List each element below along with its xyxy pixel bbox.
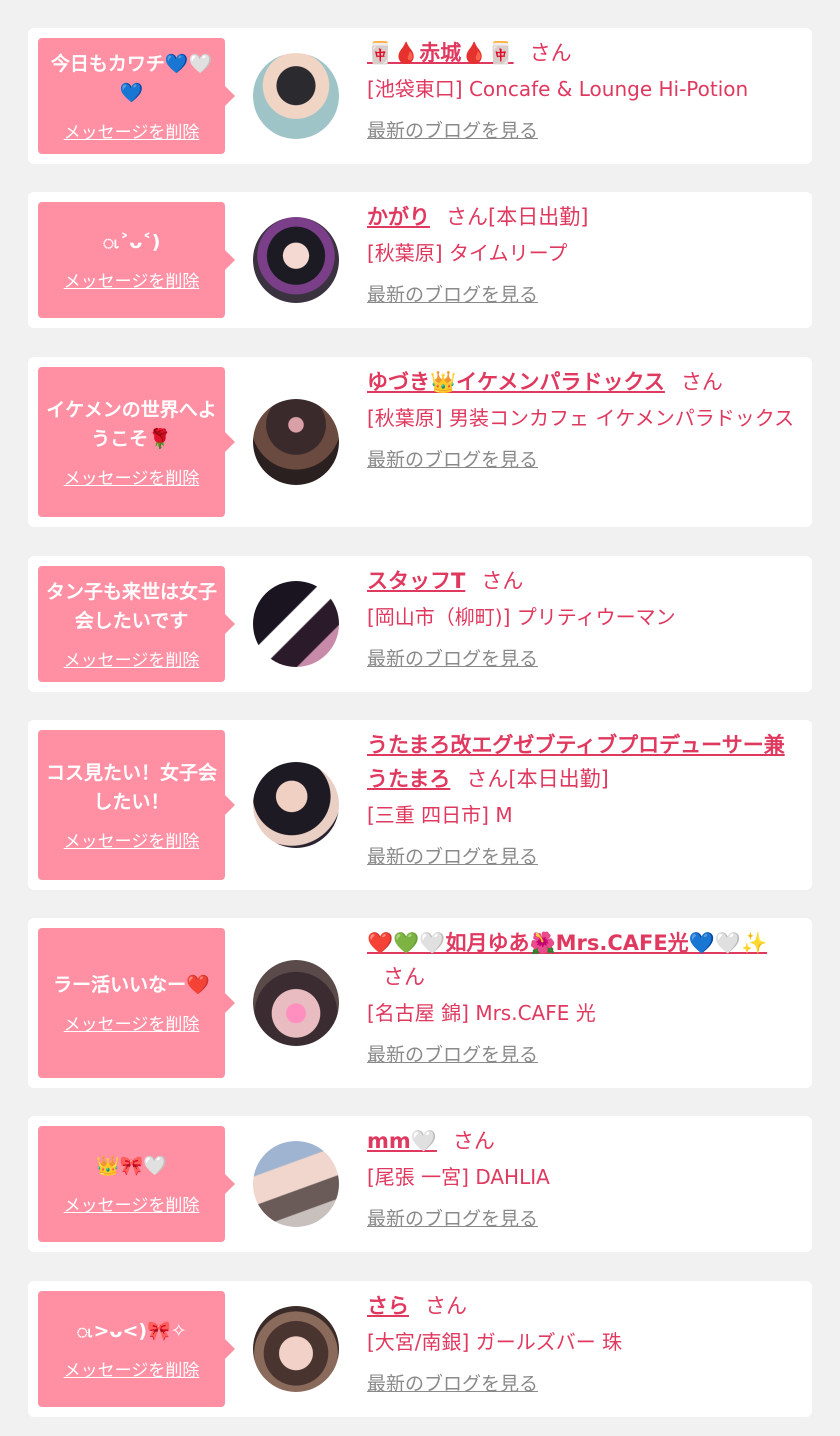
honorific: さん (529, 41, 572, 65)
shop-name[interactable]: [大宮/南銀] ガールズバー 珠 (367, 1325, 797, 1359)
cast-info: ゆづき👑イケメンパラドックス さん [秋葉原] 男装コンカフェ イケメンパラドック… (367, 365, 797, 472)
shop-name[interactable]: [岡山市（柳町)] プリティウーマン (367, 600, 797, 634)
shop-name[interactable]: [秋葉原] タイムリープ (367, 236, 797, 270)
message-text: タン子も来世は女子会したいです (46, 580, 218, 632)
delete-message-link[interactable]: メッセージを削除 (64, 646, 200, 671)
cast-card: タン子も来世は女子会したいです メッセージを削除 スタッフT さん [岡山市（柳町… (28, 556, 812, 692)
cast-card: 👑🎀🤍 メッセージを削除 mm🤍 さん [尾張 一宮] DAHLIA 最新のブログ… (28, 1116, 812, 1252)
delete-message-link[interactable]: メッセージを削除 (64, 827, 200, 852)
latest-blog-link[interactable]: 最新のブログを見る (367, 644, 538, 671)
cast-card: ラー活いいなー❤️ メッセージを削除 ❤️💚🤍如月ゆあ🌺Mrs.CAFE光💙🤍✨… (28, 918, 812, 1088)
message-text: ラー活いいなー❤️ (53, 974, 210, 996)
cast-card: ၬ˃ᴗ˂) メッセージを削除 かがり さん[本日出勤] [秋葉原] タイムリープ … (28, 192, 812, 328)
message-bubble: 👑🎀🤍 メッセージを削除 (38, 1126, 235, 1242)
message-bubble: タン子も来世は女子会したいです メッセージを削除 (38, 566, 235, 682)
cast-name-line: さら さん (367, 1289, 797, 1323)
cast-info: 🀄🩸赤城🩸🀄 さん [池袋東口] Concafe & Lounge Hi-Poti… (367, 36, 797, 143)
cast-avatar[interactable] (253, 581, 339, 667)
cast-info: ❤️💚🤍如月ゆあ🌺Mrs.CAFE光💙🤍✨ さん [名古屋 錦] Mrs.CAFE… (367, 926, 797, 1067)
shop-name[interactable]: [秋葉原] 男装コンカフェ イケメンパラドックス (367, 401, 797, 435)
honorific: さん (383, 965, 425, 989)
shop-name[interactable]: [名古屋 錦] Mrs.CAFE 光 (367, 996, 797, 1030)
message-bubble: ၬ˃ᴗ˂) メッセージを削除 (38, 202, 235, 318)
cast-name-link[interactable]: かがり (367, 205, 430, 229)
cast-name-line: うたまろ改エグゼブティブプロデューサー兼うたまろ さん[本日出勤] (367, 728, 797, 796)
message-text: イケメンの世界へようこそ🌹 (46, 398, 217, 450)
cast-card: イケメンの世界へようこそ🌹 メッセージを削除 ゆづき👑イケメンパラドックス さん … (28, 357, 812, 527)
cast-avatar[interactable] (253, 1141, 339, 1227)
latest-blog-link[interactable]: 最新のブログを見る (367, 842, 538, 869)
cast-name-line: ❤️💚🤍如月ゆあ🌺Mrs.CAFE光💙🤍✨ さん (367, 926, 797, 994)
message-bubble: ၬ>ᴗ<)🎀✧ メッセージを削除 (38, 1291, 235, 1407)
cast-name-link[interactable]: mm🤍 (367, 1129, 437, 1153)
message-text: ၬ>ᴗ<)🎀✧ (76, 1320, 187, 1342)
message-bubble: コス見たい！女子会したい！ メッセージを削除 (38, 730, 235, 880)
message-text: コス見たい！女子会したい！ (46, 761, 218, 813)
cast-avatar[interactable] (253, 960, 339, 1046)
cast-info: mm🤍 さん [尾張 一宮] DAHLIA 最新のブログを見る (367, 1124, 797, 1231)
delete-message-link[interactable]: メッセージを削除 (64, 118, 200, 143)
honorific: さん[本日出勤] (446, 205, 589, 229)
cast-name-line: かがり さん[本日出勤] (367, 200, 797, 234)
message-bubble: 今日もカワチ💙🤍💙 メッセージを削除 (38, 38, 235, 154)
delete-message-link[interactable]: メッセージを削除 (64, 1191, 200, 1216)
latest-blog-link[interactable]: 最新のブログを見る (367, 445, 538, 472)
latest-blog-link[interactable]: 最新のブログを見る (367, 280, 538, 307)
delete-message-link[interactable]: メッセージを削除 (64, 464, 200, 489)
latest-blog-link[interactable]: 最新のブログを見る (367, 1369, 538, 1396)
cast-name-link[interactable]: さら (367, 1294, 409, 1318)
latest-blog-link[interactable]: 最新のブログを見る (367, 1204, 538, 1231)
delete-message-link[interactable]: メッセージを削除 (64, 1356, 200, 1381)
message-bubble: イケメンの世界へようこそ🌹 メッセージを削除 (38, 367, 235, 517)
cast-info: スタッフT さん [岡山市（柳町)] プリティウーマン 最新のブログを見る (367, 564, 797, 671)
cast-avatar[interactable] (253, 399, 339, 485)
shop-name[interactable]: [三重 四日市] M (367, 798, 797, 832)
message-text: ၬ˃ᴗ˂) (102, 231, 161, 253)
cast-info: うたまろ改エグゼブティブプロデューサー兼うたまろ さん[本日出勤] [三重 四日市… (367, 728, 797, 869)
cast-info: かがり さん[本日出勤] [秋葉原] タイムリープ 最新のブログを見る (367, 200, 797, 307)
message-text: 今日もカワチ💙🤍💙 (50, 52, 213, 104)
cast-avatar[interactable] (253, 1306, 339, 1392)
cast-name-link[interactable]: ❤️💚🤍如月ゆあ🌺Mrs.CAFE光💙🤍✨ (367, 931, 767, 955)
cast-name-link[interactable]: ゆづき👑イケメンパラドックス (367, 370, 665, 394)
cast-avatar[interactable] (253, 217, 339, 303)
honorific: さん (452, 1129, 495, 1153)
delete-message-link[interactable]: メッセージを削除 (64, 267, 200, 292)
cast-name-line: 🀄🩸赤城🩸🀄 さん (367, 36, 797, 70)
cast-name-link[interactable]: スタッフT (367, 569, 465, 593)
message-bubble: ラー活いいなー❤️ メッセージを削除 (38, 928, 235, 1078)
cast-card: 今日もカワチ💙🤍💙 メッセージを削除 🀄🩸赤城🩸🀄 さん [池袋東口] Conca… (28, 28, 812, 164)
cast-name-link[interactable]: 🀄🩸赤城🩸🀄 (367, 41, 514, 65)
message-text: 👑🎀🤍 (96, 1155, 167, 1177)
cast-name-line: mm🤍 さん (367, 1124, 797, 1158)
latest-blog-link[interactable]: 最新のブログを見る (367, 1040, 538, 1067)
honorific: さん (680, 370, 723, 394)
honorific: さん[本日出勤] (466, 767, 609, 791)
latest-blog-link[interactable]: 最新のブログを見る (367, 116, 538, 143)
cast-avatar[interactable] (253, 53, 339, 139)
delete-message-link[interactable]: メッセージを削除 (64, 1010, 200, 1035)
honorific: さん (481, 569, 524, 593)
shop-name[interactable]: [池袋東口] Concafe & Lounge Hi-Potion (367, 72, 797, 106)
cast-card: ၬ>ᴗ<)🎀✧ メッセージを削除 さら さん [大宮/南銀] ガールズバー 珠 最… (28, 1281, 812, 1417)
shop-name[interactable]: [尾張 一宮] DAHLIA (367, 1160, 797, 1194)
cast-info: さら さん [大宮/南銀] ガールズバー 珠 最新のブログを見る (367, 1289, 797, 1396)
cast-avatar[interactable] (253, 762, 339, 848)
favorite-cast-list: 今日もカワチ💙🤍💙 メッセージを削除 🀄🩸赤城🩸🀄 さん [池袋東口] Conca… (0, 0, 840, 1436)
cast-card: コス見たい！女子会したい！ メッセージを削除 うたまろ改エグゼブティブプロデュー… (28, 720, 812, 890)
honorific: さん (425, 1294, 467, 1318)
cast-name-line: ゆづき👑イケメンパラドックス さん (367, 365, 797, 399)
cast-name-line: スタッフT さん (367, 564, 797, 598)
